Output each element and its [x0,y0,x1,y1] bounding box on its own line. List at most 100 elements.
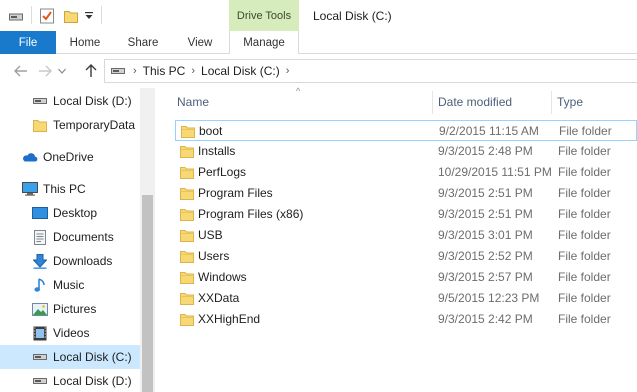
file-row[interactable]: boot 9/2/2015 11:15 AM File folder [175,120,637,141]
nav-item-label: TemporaryData [53,118,136,132]
up-button[interactable] [82,62,100,80]
pictures-icon [32,301,48,317]
address-bar[interactable]: › This PC › Local Disk (C:) › [104,59,637,83]
file-row[interactable]: Windows 9/3/2015 2:57 PM File folder [175,267,637,288]
file-date-modified: 9/3/2015 2:51 PM [438,207,533,221]
breadcrumb-separator[interactable]: › [131,65,139,77]
file-name: Windows [198,270,247,284]
column-header-type[interactable]: Type [551,88,637,116]
file-type: File folder [558,291,611,305]
breadcrumb-this-pc[interactable]: This PC [139,64,190,78]
file-name: XXData [198,291,240,305]
file-date-modified: 9/3/2015 2:51 PM [438,186,533,200]
breadcrumb-separator[interactable]: › [189,65,197,77]
file-type: File folder [558,186,611,200]
file-date-modified: 9/3/2015 2:42 PM [438,312,533,326]
nav-item-label: Videos [53,326,90,340]
file-row[interactable]: Installs 9/3/2015 2:48 PM File folder [175,141,637,162]
folder-icon [180,144,194,158]
nav-item-label: Pictures [53,302,97,316]
file-name: boot [199,124,223,138]
nav-item-onedrive[interactable]: OneDrive [0,145,140,169]
file-row[interactable]: Program Files 9/3/2015 2:51 PM File folder [175,183,637,204]
column-headers: ^ Name Date modified Type [155,86,637,116]
ribbon-tabs: File Home Share View Manage [0,31,637,55]
folder-icon [32,117,48,133]
nav-item-documents[interactable]: Documents [0,225,140,249]
computer-icon [22,181,38,197]
nav-item-temporarydata[interactable]: TemporaryData [0,113,140,137]
tab-share[interactable]: Share [114,31,172,54]
chevron-down-icon [58,68,66,74]
file-row[interactable]: Users 9/3/2015 2:52 PM File folder [175,246,637,267]
customize-quick-access-icon[interactable] [82,7,96,25]
drive-tools-header: Drive Tools [229,0,299,31]
folder-icon [180,291,194,305]
tab-home[interactable]: Home [56,31,114,54]
nav-item-label: Local Disk (D:) [53,94,132,108]
forward-button[interactable] [36,62,54,80]
nav-item-music[interactable]: Music [0,273,140,297]
onedrive-icon [22,149,38,165]
file-row[interactable]: Program Files (x86) 9/3/2015 2:51 PM File … [175,204,637,225]
file-name: Program Files [198,186,273,200]
folder-icon [181,124,195,138]
nav-item-label: Local Disk (C:) [53,350,132,364]
file-type: File folder [558,228,611,242]
file-type: File folder [558,165,611,179]
folder-icon [180,228,194,242]
navigation-bar: › This PC › Local Disk (C:) › [0,54,637,88]
nav-item-label: This PC [43,182,86,196]
folder-icon [180,207,194,221]
nav-item-label: Desktop [53,206,98,220]
videos-icon [32,325,48,341]
music-icon [32,277,48,293]
file-date-modified: 9/3/2015 2:48 PM [438,144,533,158]
drive-icon [8,7,24,25]
nav-item-local-disk-c[interactable]: Local Disk (C:) [0,345,140,369]
column-header-date-modified[interactable]: Date modified [432,88,550,116]
nav-item-downloads[interactable]: Downloads [0,249,140,273]
folder-icon [180,165,194,179]
back-button[interactable] [12,62,30,80]
nav-item-local-disk-d[interactable]: Local Disk (D:) [0,369,140,392]
nav-item-desktop[interactable]: Desktop [0,201,140,225]
file-name: Users [198,249,230,263]
new-folder-icon[interactable] [62,7,80,25]
drive-icon [32,349,48,365]
nav-item-local-disk-d[interactable]: Local Disk (D:) [0,89,140,113]
file-row[interactable]: USB 9/3/2015 3:01 PM File folder [175,225,637,246]
file-list: ^ Name Date modified Type boot 9/2/2015 1… [155,86,637,392]
downloads-icon [32,253,48,269]
file-type: File folder [558,270,611,284]
navigation-pane: Local Disk (D:) TemporaryData OneDrive T… [0,88,155,392]
tab-view[interactable]: View [172,31,228,54]
properties-icon[interactable] [38,7,56,25]
title-bar: Drive Tools Local Disk (C:) [0,0,637,31]
folder-icon [180,249,194,263]
nav-item-this-pc[interactable]: This PC [0,177,140,201]
file-name: PerfLogs [198,165,247,179]
file-row[interactable]: XXData 9/5/2015 12:23 PM File folder [175,288,637,309]
recent-locations-button[interactable] [56,62,68,80]
column-header-name[interactable]: Name [171,88,432,116]
drive-icon [32,93,48,109]
folder-icon [180,270,194,284]
breadcrumb-separator[interactable]: › [284,65,292,77]
nav-item-pictures[interactable]: Pictures [0,297,140,321]
nav-item-label: Music [53,278,85,292]
back-arrow-icon [14,65,27,77]
file-name: Program Files (x86) [198,207,304,221]
nav-item-videos[interactable]: Videos [0,321,140,345]
drive-icon [32,373,48,389]
documents-icon [32,229,48,245]
tab-file[interactable]: File [0,31,56,54]
desktop-icon [32,205,48,221]
tab-manage[interactable]: Manage [229,31,299,55]
file-row[interactable]: PerfLogs 10/29/2015 11:51 PM File folder [175,162,637,183]
breadcrumb-local-disk-c[interactable]: Local Disk (C:) [197,64,284,78]
nav-pane-scrollbar-thumb[interactable] [142,195,153,392]
file-row[interactable]: XXHighEnd 9/3/2015 2:42 PM File folder [175,309,637,330]
file-name: USB [198,228,223,242]
file-date-modified: 9/5/2015 12:23 PM [438,291,540,305]
